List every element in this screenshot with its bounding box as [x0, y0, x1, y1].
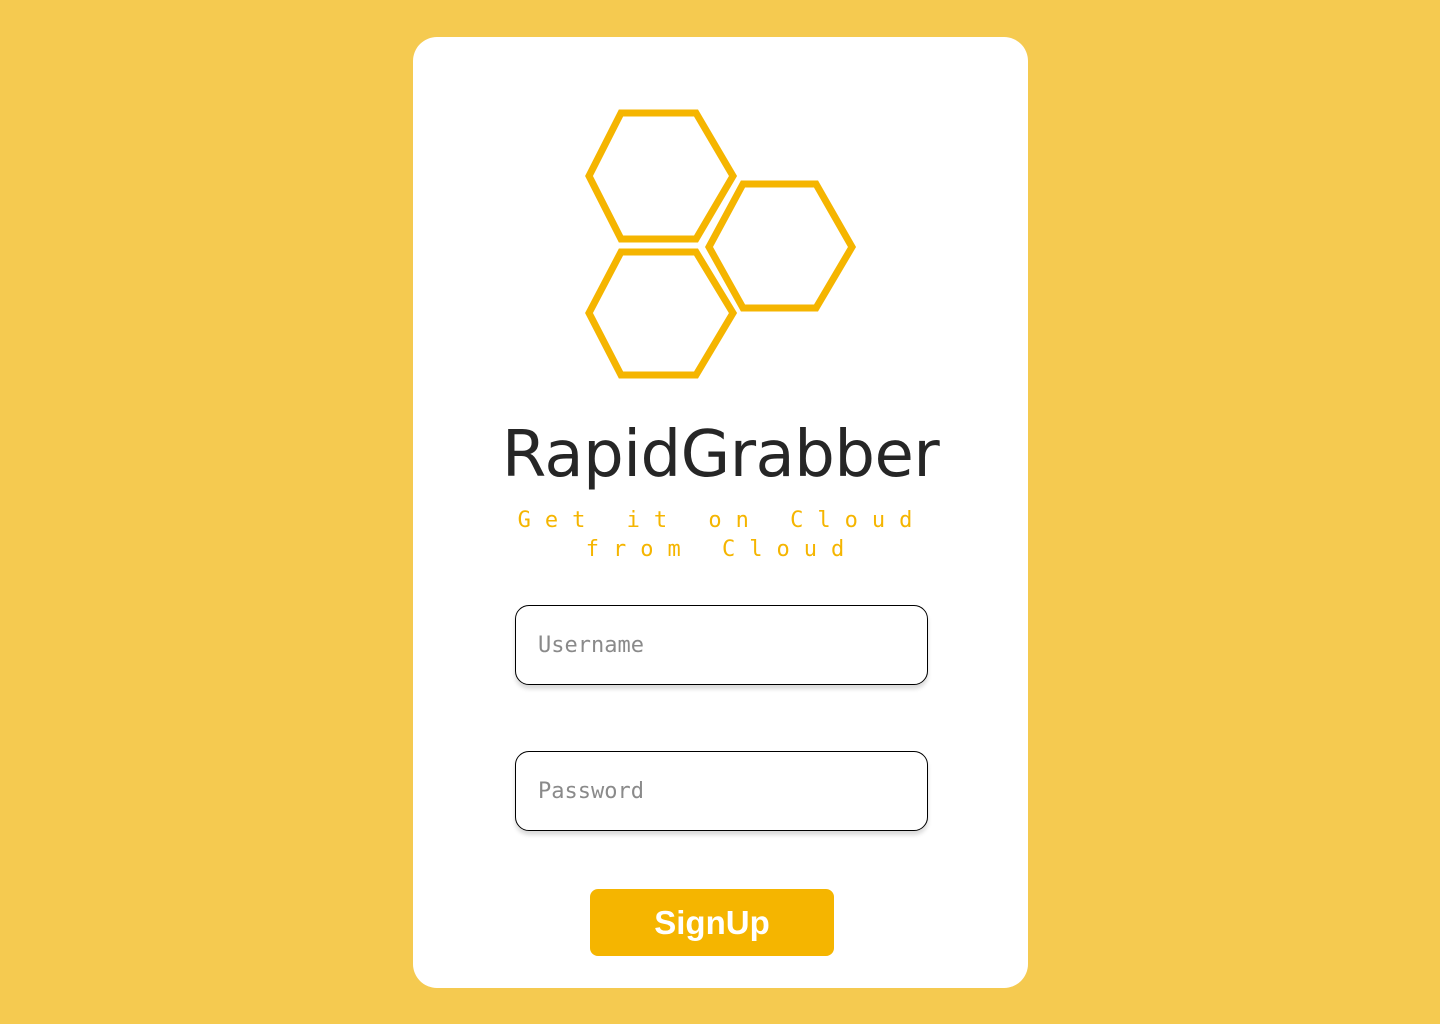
- signup-card: RapidGrabber Get it on Cloud from Cloud …: [413, 37, 1028, 988]
- username-field-wrapper: [515, 605, 928, 685]
- password-input[interactable]: [516, 752, 927, 830]
- signup-button[interactable]: SignUp: [590, 889, 834, 956]
- username-input[interactable]: [516, 606, 927, 684]
- password-field-wrapper: [515, 751, 928, 831]
- app-tagline: Get it on Cloud from Cloud: [517, 508, 927, 562]
- honeycomb-logo-icon: [583, 107, 863, 383]
- app-title: RapidGrabber: [501, 418, 940, 492]
